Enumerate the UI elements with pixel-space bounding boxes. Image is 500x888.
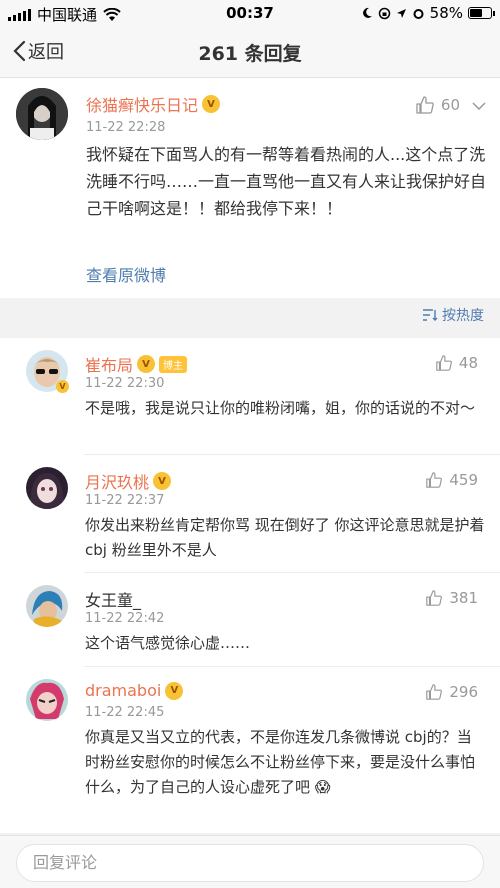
more-options-icon[interactable] (472, 102, 486, 110)
page-title: 261 条回复 (198, 43, 302, 65)
comment-like-button[interactable]: 296 (425, 683, 478, 701)
main-comment-text: 我怀疑在下面骂人的有一帮等着看热闹的人...这个点了洗洗睡不行吗……一直一直骂他… (86, 145, 487, 218)
reply-input[interactable]: 回复评论 (16, 844, 484, 882)
main-time: 11-22 22:28 (86, 120, 166, 135)
list-item: 女王童_ 11-22 22:42 381 这个语气感觉徐心虚…… (0, 573, 500, 667)
comment-username[interactable]: dramaboi V (85, 681, 184, 700)
vip-badge-icon: V (202, 95, 221, 113)
list-item: V 崔布局 V 博主 11-22 22:30 48 不是哦，我是说只让你的唯粉闭… (0, 338, 500, 455)
sort-by-hotness-button[interactable]: 按热度 (422, 305, 484, 325)
comment-time: 11-22 22:30 (85, 376, 165, 391)
status-right: 58% (361, 4, 495, 22)
vip-badge-icon: V (165, 681, 184, 700)
avatar[interactable] (26, 679, 68, 721)
vip-badge-icon: V (153, 472, 172, 490)
comment-time: 11-22 22:42 (85, 611, 165, 626)
alarm-icon (413, 8, 424, 19)
view-original-post-link[interactable]: 查看原微博 (86, 262, 166, 286)
comment-text: 这个语气感觉徐心虚…… (85, 634, 251, 652)
comment-username[interactable]: 月沢玖桃 V (85, 469, 172, 493)
battery-percent: 58% (429, 4, 463, 22)
status-bar: 中国联通 00:37 58% (0, 0, 500, 26)
comment-username[interactable]: 崔布局 V 博主 (85, 352, 188, 376)
battery-icon (468, 7, 495, 19)
main-like-button[interactable]: 60 (415, 95, 460, 115)
comment-text: 你发出来粉丝肯定帮你骂 现在倒好了 你这评论意思就是护着 cbj 粉丝里外不是人 (85, 516, 485, 559)
main-username[interactable]: 徐猫癣快乐日记 V (86, 92, 221, 116)
main-comment: 徐猫癣快乐日记 V 11-22 22:28 60 我怀疑在下面骂人的有一帮等着看… (0, 78, 500, 298)
comment-like-button[interactable]: 459 (425, 471, 478, 489)
thumbs-up-icon (426, 590, 443, 606)
avatar[interactable] (26, 585, 68, 627)
comment-like-button[interactable]: 48 (435, 354, 478, 372)
list-item: dramaboi V 11-22 22:45 296 你真是又当又立的代表，不是… (0, 667, 500, 833)
vip-badge-icon: V (137, 355, 156, 373)
location-icon (396, 8, 406, 18)
avatar[interactable] (16, 88, 68, 140)
avatar[interactable] (26, 467, 68, 509)
comment-time: 11-22 22:45 (85, 705, 165, 720)
sort-icon (423, 309, 438, 321)
blogger-badge: 博主 (159, 355, 188, 373)
thumbs-up-icon (416, 96, 434, 114)
moon-icon (362, 7, 372, 18)
comment-like-button[interactable]: 381 (425, 589, 478, 607)
comment-time: 11-22 22:37 (85, 493, 165, 508)
thumbs-up-icon (426, 684, 443, 700)
navigation-bar: 返回 261 条回复 (0, 26, 500, 78)
list-item: 月沢玖桃 V 11-22 22:37 459 你发出来粉丝肯定帮你骂 现在倒好了… (0, 455, 500, 573)
comment-list: V 崔布局 V 博主 11-22 22:30 48 不是哦，我是说只让你的唯粉闭… (0, 338, 500, 833)
comment-text: 不是哦，我是说只让你的唯粉闭嘴，姐，你的话说的不对～ (85, 399, 476, 417)
rotation-lock-icon (378, 7, 390, 19)
vip-badge-icon: V (56, 380, 69, 393)
reply-bar: 回复评论 (0, 835, 500, 888)
comment-text: 你真是又当又立的代表，不是你连发几条微博说 cbj的？当时粉丝安慰你的时候怎么不… (85, 728, 476, 796)
thumbs-up-icon (426, 472, 443, 488)
thumbs-up-icon (436, 355, 452, 371)
comment-username[interactable]: 女王童_ (85, 587, 141, 611)
